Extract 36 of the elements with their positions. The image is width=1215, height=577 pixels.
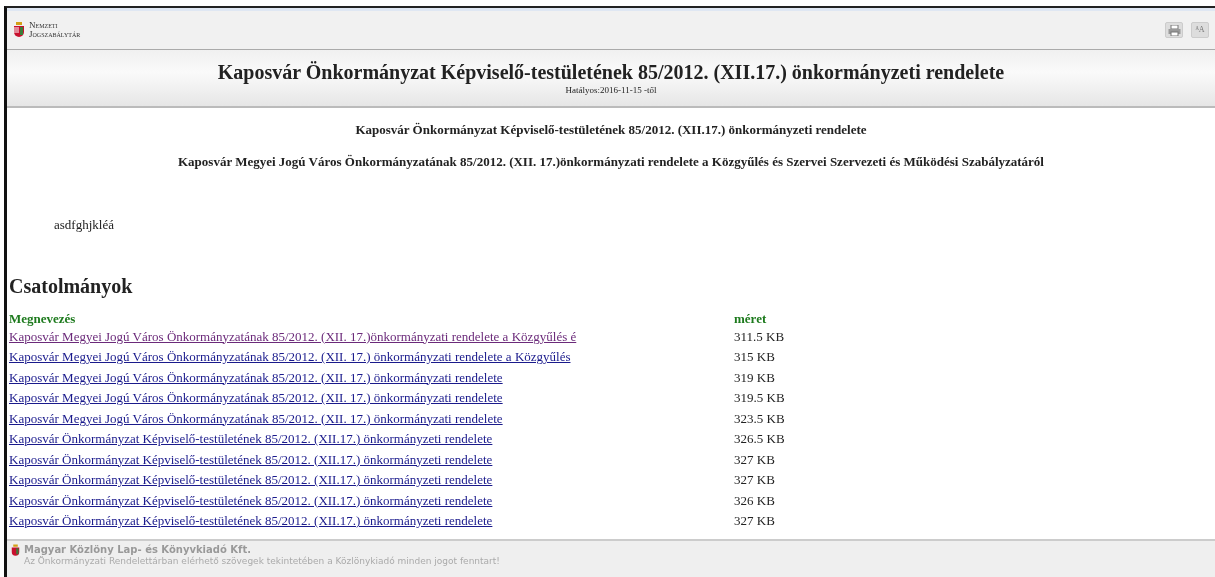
attachment-link[interactable]: Kaposvár Önkormányzat Képviselő-testületének 85/2012. (XII.17.) önkormányzeti rendelete: [9, 472, 493, 487]
font-size-button[interactable]: ᴬA: [1191, 22, 1209, 38]
file-size: 327 KB: [734, 450, 776, 469]
attachments-heading: Csatolmányok: [9, 273, 134, 300]
attachment-link[interactable]: Kaposvár Megyei Jogú Város Önkormányzatának 85/2012. (XII. 17.)önkormányzati rendelete a Közgyűlés é: [9, 328, 577, 344]
attachment-link[interactable]: Kaposvár Megyei Jogú Város Önkormányzatának 85/2012. (XII. 17.) önkormányzati rendelete a Közgyűlés: [9, 349, 571, 364]
attachment-link[interactable]: Kaposvár Megyei Jogú Város Önkormányzatának 85/2012. (XII. 17.) önkormányzati rendelete: [9, 410, 503, 426]
attachment-link[interactable]: Kaposvár Megyei Jogú Város Önkormányzatának 85/2012. (XII. 17.) önkormányzati rendelete: [9, 390, 503, 405]
attachment-link[interactable]: Kaposvár Önkormányzat Képviselő-testületének 85/2012. (XII.17.) önkormányzeti rendelete: [9, 492, 493, 508]
attachment-link[interactable]: Kaposvár Önkormányzat Képviselő-testületének 85/2012. (XII.17.) önkormányzeti rendelete: [9, 451, 493, 467]
file-size: 319 KB: [734, 368, 776, 387]
attachment-link[interactable]: Kaposvár Önkormányzat Képviselő-testületének 85/2012. (XII.17.) önkormányzeti rendelete: [9, 431, 493, 446]
regulation-subheading: Kaposvár Megyei Jogú Város Önkormányzatának 85/2012. (XII. 17.)önkormányzati rendelete a Közgyűlés és Szervei Szervezeti és Működési Szabályzatáról: [177, 152, 1045, 171]
logo-text: Jogszabálytár: [29, 30, 81, 39]
validity-date: Hatályos:2016-11-15 -től: [564, 84, 658, 97]
file-size: 315 KB: [734, 348, 776, 366]
file-size: 323.5 KB: [734, 409, 786, 428]
logo-text: Nemzeti: [29, 21, 59, 30]
file-size: 311.5 KB: [734, 327, 786, 346]
regulation-heading: Kaposvár Önkormányzat Képviselő-testületének 85/2012. (XII.17.) önkormányzeti rendelete: [354, 121, 868, 139]
file-size: 327 KB: [734, 471, 776, 489]
coat-of-arms-icon: [11, 544, 20, 557]
file-size: 326.5 KB: [734, 430, 786, 448]
coat-of-arms-icon: [13, 22, 25, 38]
body-text: asdfghjkléá: [54, 216, 115, 234]
column-header: Megnevezés: [9, 310, 77, 327]
publisher-name: Magyar Közlöny Lap- és Könyvkiadó Kft.: [24, 544, 252, 556]
file-size: 326 KB: [734, 491, 776, 510]
attachment-link[interactable]: Kaposvár Önkormányzat Képviselő-testületének 85/2012. (XII.17.) önkormányzeti rendelete: [9, 513, 493, 528]
column-header: méret: [734, 310, 768, 327]
copyright-notice: Az Önkormányzati Rendelettárban elérhető szövegek tekintetében a Közlönykiadó minden jogot fenntart!: [24, 556, 500, 567]
document-title: Kaposvár Önkormányzat Képviselő-testületének 85/2012. (XII.17.) önkormányzeti rendelete: [216, 60, 1006, 84]
attachment-link[interactable]: Kaposvár Megyei Jogú Város Önkormányzatának 85/2012. (XII. 17.) önkormányzati rendelete: [9, 369, 503, 385]
file-size: 319.5 KB: [734, 389, 786, 407]
file-size: 327 KB: [734, 512, 776, 530]
print-button[interactable]: [1165, 22, 1183, 38]
